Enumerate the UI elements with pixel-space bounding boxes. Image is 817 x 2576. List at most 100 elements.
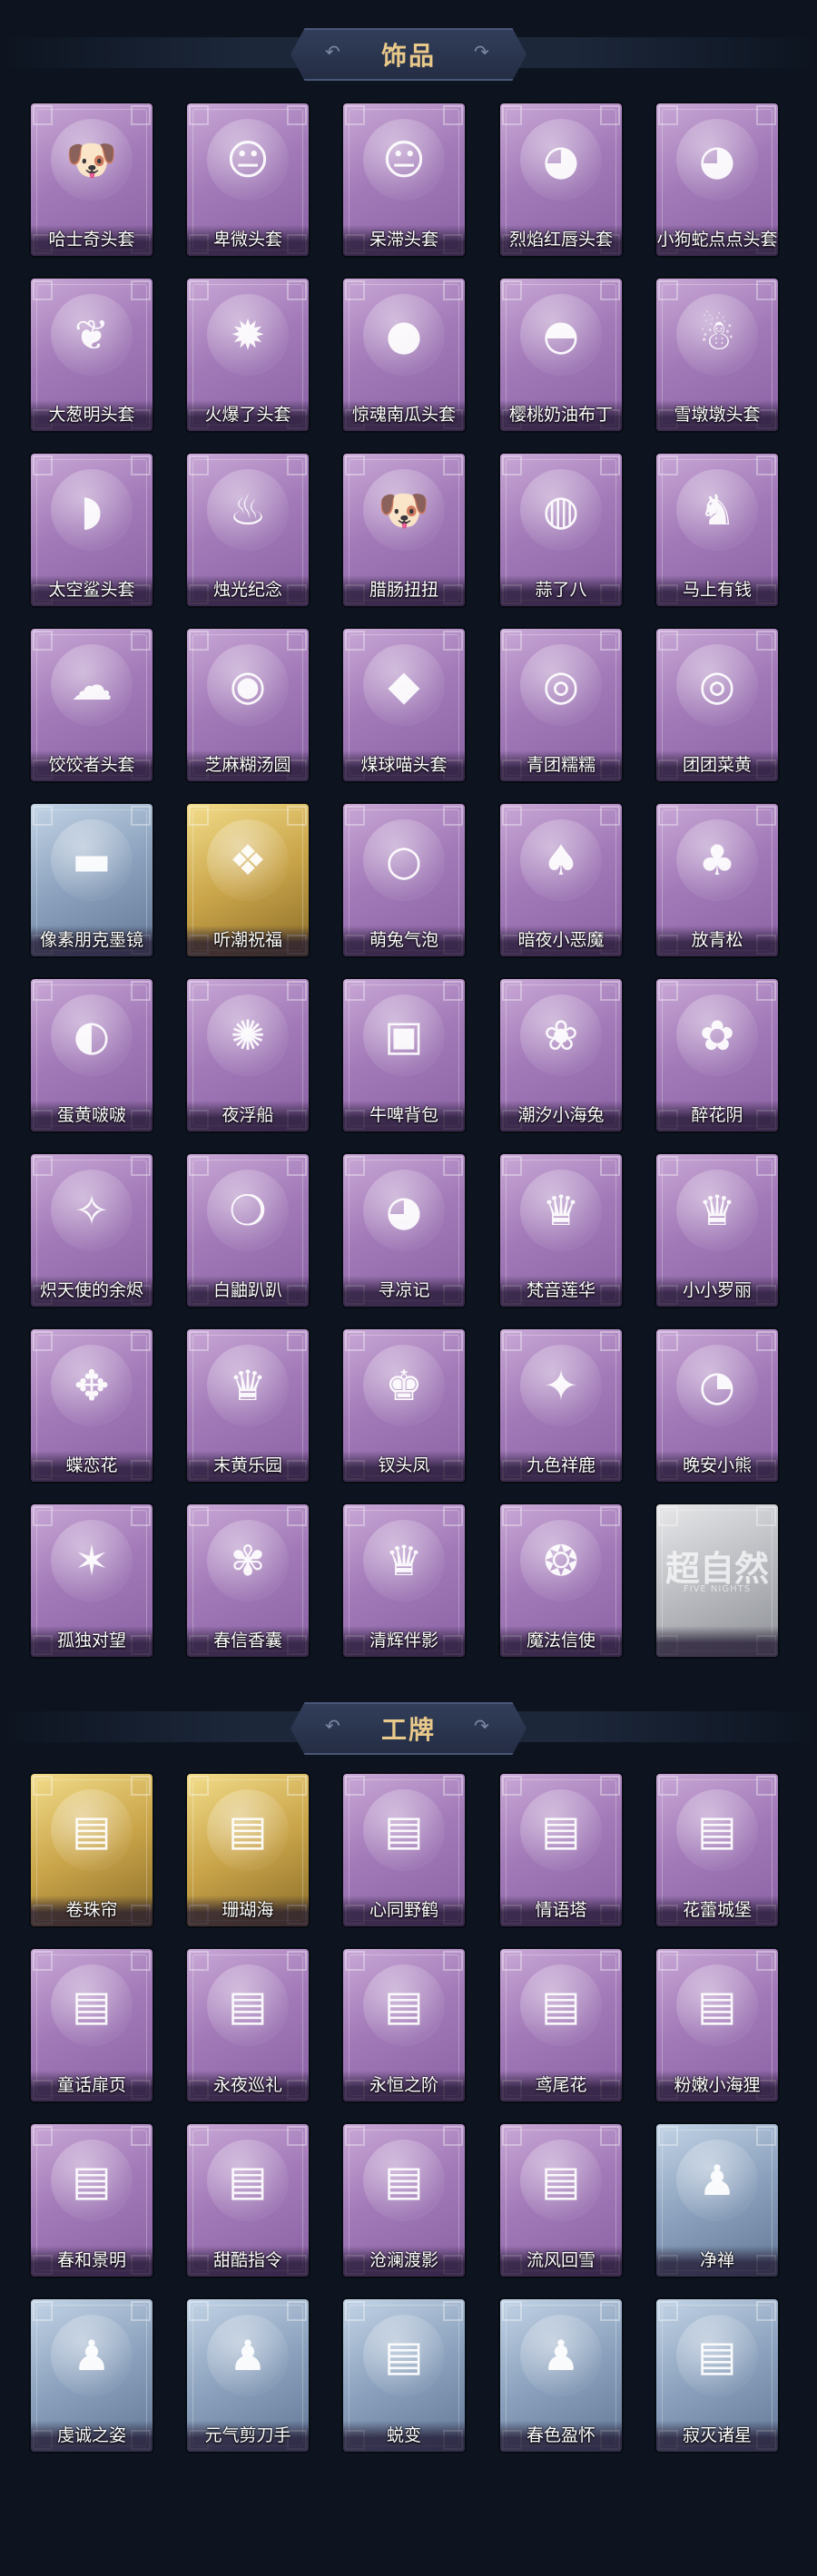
card-corner-ornament xyxy=(33,455,53,475)
card-corner-ornament xyxy=(345,1776,365,1796)
badge-card[interactable]: ♟ 虔诚之姿 xyxy=(31,2299,153,2452)
accessory-card[interactable]: ✹ 火爆了头套 xyxy=(187,279,309,431)
badge-card[interactable]: ▤ 永恒之阶 xyxy=(343,1949,465,2101)
badge-card[interactable]: ▤ 珊瑚海 xyxy=(187,1774,309,1926)
accessory-card[interactable]: ♨ 烛光纪念 xyxy=(187,454,309,606)
card-corner-ornament xyxy=(502,806,522,826)
item-name: 粉嫩小海狸 xyxy=(674,2075,761,2095)
item-name: 烛光纪念 xyxy=(212,580,282,600)
item-name: 元气剪刀手 xyxy=(204,2425,291,2445)
badge-card[interactable]: ♟ 元气剪刀手 xyxy=(187,2299,309,2452)
item-name: 哈士奇头套 xyxy=(48,230,135,250)
badge-card[interactable]: ▤ 心同野鹤 xyxy=(343,1774,465,1926)
accessory-card[interactable]: ◐ 蛋黄啵啵 xyxy=(31,979,153,1131)
accessory-card[interactable]: 🐶 腊肠扭扭 xyxy=(343,454,465,606)
accessory-card[interactable]: ♛ 梵音莲华 xyxy=(500,1154,622,1307)
accessory-card[interactable]: ❦ 大葱明头套 xyxy=(31,279,153,431)
accessory-card[interactable]: ✺ 夜浮船 xyxy=(187,979,309,1131)
card-icon: ▤ xyxy=(520,2140,602,2221)
accessory-card[interactable]: ◔ 晚安小熊 xyxy=(656,1329,778,1482)
badge-card[interactable]: ▤ 沧澜渡影 xyxy=(343,2124,465,2277)
accessory-card[interactable]: ◓ 樱桃奶油布丁 xyxy=(500,279,622,431)
accessory-card[interactable]: ♞ 马上有钱 xyxy=(656,454,778,606)
swirl-left-icon: ↶ xyxy=(325,41,340,63)
accessory-card[interactable]: ○ 萌兔气泡 xyxy=(343,804,465,956)
accessory-card[interactable]: ✶ 孤独对望 xyxy=(31,1504,153,1657)
item-name: 饺饺者头套 xyxy=(48,755,135,775)
accessory-card[interactable]: ◍ 蒜了八 xyxy=(500,454,622,606)
badge-card[interactable]: ▤ 蜕变 xyxy=(343,2299,465,2452)
badge-card[interactable]: ▤ 粉嫩小海狸 xyxy=(656,1949,778,2101)
accessory-card[interactable]: ♛ 清辉伴影 xyxy=(343,1504,465,1657)
card-corner-ornament xyxy=(287,981,307,1001)
card-corner-ornament xyxy=(443,105,463,125)
item-name: 鸢尾花 xyxy=(535,2075,587,2095)
accessory-card[interactable]: ☃ 雪墩墩头套 xyxy=(656,279,778,431)
accessory-card[interactable]: ◉ 芝麻糊汤圆 xyxy=(187,629,309,781)
badge-card[interactable]: ▤ 甜酷指令 xyxy=(187,2124,309,2277)
card-corner-ornament xyxy=(756,2126,776,2146)
accessory-card[interactable]: ▣ 牛啤背包 xyxy=(343,979,465,1131)
accessory-card[interactable]: ▬ 像素朋克墨镜 xyxy=(31,804,153,956)
badge-card[interactable]: ▤ 流风回雪 xyxy=(500,2124,622,2277)
swirl-left-icon: ↶ xyxy=(325,1715,340,1737)
item-name: 马上有钱 xyxy=(682,580,752,600)
tree-icon: ♣ xyxy=(676,819,758,901)
accessory-card[interactable]: ☁ 饺饺者头套 xyxy=(31,629,153,781)
card-corner-ornament xyxy=(658,806,678,826)
bell-icon: ✥ xyxy=(51,1345,133,1426)
accessory-card[interactable]: 😐 卑微头套 xyxy=(187,103,309,256)
accessory-card[interactable]: ♛ 小小罗丽 xyxy=(656,1154,778,1307)
accessory-card[interactable]: ◆ 煤球喵头套 xyxy=(343,629,465,781)
card-corner-ornament xyxy=(443,2126,463,2146)
accessory-card[interactable]: ✥ 蝶恋花 xyxy=(31,1329,153,1482)
badge-card[interactable]: ▤ 卷珠帘 xyxy=(31,1774,153,1926)
accessory-card[interactable]: ◎ 团团菜黄 xyxy=(656,629,778,781)
accessory-card[interactable]: ♣ 放青松 xyxy=(656,804,778,956)
card-corner-ornament xyxy=(131,981,151,1001)
accessory-card[interactable]: ♠ 暗夜小恶魔 xyxy=(500,804,622,956)
accessory-card[interactable]: ✦ 九色祥鹿 xyxy=(500,1329,622,1482)
accessory-card[interactable]: ● 惊魂南瓜头套 xyxy=(343,279,465,431)
badge-card[interactable]: ▤ 情语塔 xyxy=(500,1774,622,1926)
accessory-card[interactable]: ◕ 小狗蛇点点头套 xyxy=(656,103,778,256)
item-name: 芝麻糊汤圆 xyxy=(204,755,291,775)
badge-card[interactable]: ♟ 净禅 xyxy=(656,2124,778,2277)
accessory-card[interactable]: 🐶 哈士奇头套 xyxy=(31,103,153,256)
accessory-card[interactable]: ♚ 钗头凤 xyxy=(343,1329,465,1482)
accessory-card[interactable]: ✧ 炽天使的余烬 xyxy=(31,1154,153,1307)
item-name: 春色盈怀 xyxy=(526,2425,596,2445)
accessory-card[interactable]: 超自然 FIVE NIGHTS xyxy=(656,1504,778,1657)
accessory-card[interactable]: ◕ 寻凉记 xyxy=(343,1154,465,1307)
card-corner-ornament xyxy=(287,806,307,826)
accessory-card[interactable]: ❀ 潮汐小海兔 xyxy=(500,979,622,1131)
badge-card[interactable]: ▤ 永夜巡礼 xyxy=(187,1949,309,2101)
badge-card[interactable]: ▤ 春和景明 xyxy=(31,2124,153,2277)
accessory-card[interactable]: 😐 呆滞头套 xyxy=(343,103,465,256)
accessory-card[interactable]: ◗ 太空鲨头套 xyxy=(31,454,153,606)
accessory-card[interactable]: ✿ 醉花阴 xyxy=(656,979,778,1131)
card-corner-ornament xyxy=(33,1331,53,1351)
accessory-card[interactable]: ❖ 听潮祝福 xyxy=(187,804,309,956)
card-corner-ornament xyxy=(658,2126,678,2146)
badge-card[interactable]: ▤ 童话扉页 xyxy=(31,1949,153,2101)
accessory-card[interactable]: ♛ 末黄乐园 xyxy=(187,1329,309,1482)
item-name: 蜕变 xyxy=(386,2425,421,2445)
card-corner-ornament xyxy=(131,455,151,475)
card-corner-ornament xyxy=(443,631,463,651)
item-name: 白鼬趴趴 xyxy=(212,1280,282,1300)
section-header: 工牌 ↶ ↷ xyxy=(0,1699,817,1755)
badge-card[interactable]: ▤ 鸢尾花 xyxy=(500,1949,622,2101)
card-corner-ornament xyxy=(658,631,678,651)
badge-card[interactable]: ♟ 春色盈怀 xyxy=(500,2299,622,2452)
card-corner-ornament xyxy=(658,1331,678,1351)
item-name: 孤独对望 xyxy=(56,1631,126,1650)
accessory-card[interactable]: ❍ 白鼬趴趴 xyxy=(187,1154,309,1307)
accessory-card[interactable]: ❂ 魔法信使 xyxy=(500,1504,622,1657)
accessory-card[interactable]: ◕ 烈焰红唇头套 xyxy=(500,103,622,256)
accessory-card[interactable]: ✾ 春信香囊 xyxy=(187,1504,309,1657)
badge-card[interactable]: ▤ 寂灭诸星 xyxy=(656,2299,778,2452)
card-corner-ornament xyxy=(756,806,776,826)
accessory-card[interactable]: ◎ 青团糯糯 xyxy=(500,629,622,781)
badge-card[interactable]: ▤ 花蕾城堡 xyxy=(656,1774,778,1926)
